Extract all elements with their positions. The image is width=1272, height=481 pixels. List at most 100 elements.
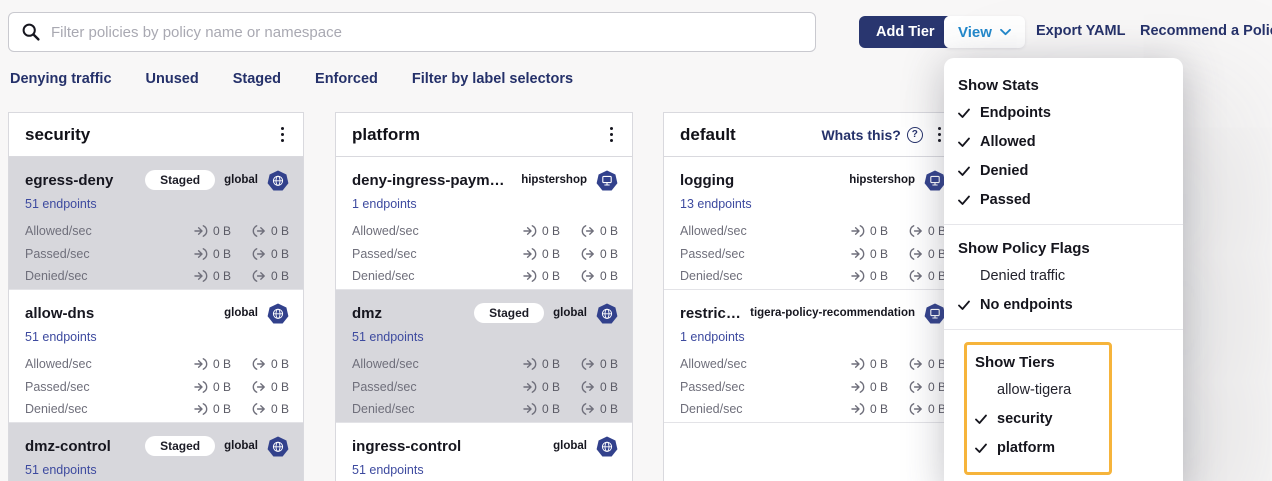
- endpoints-link[interactable]: 51 endpoints: [352, 330, 424, 344]
- stat-value: 0 B: [600, 357, 618, 371]
- menu-item-allowed[interactable]: Allowed: [958, 127, 1169, 156]
- menu-item-security[interactable]: security: [971, 404, 1109, 433]
- check-icon: [958, 300, 970, 310]
- stat-label: Passed/sec: [25, 380, 90, 394]
- egress-icon: [252, 381, 266, 393]
- stat-value: 0 B: [600, 269, 618, 283]
- policy-card[interactable]: dmz-control Staged global 51 endpoints: [9, 423, 303, 481]
- policy-card[interactable]: allow-dns global 51 endpoints Allowed/se…: [9, 290, 303, 423]
- endpoints-link[interactable]: 51 endpoints: [25, 197, 97, 211]
- stat-value: 0 B: [542, 224, 560, 238]
- ingress-icon: [851, 403, 865, 415]
- stat-label: Denied/sec: [352, 269, 415, 283]
- menu-item-denied[interactable]: Denied: [958, 156, 1169, 185]
- tier-column-security: security egress-deny Staged global 51 en…: [8, 112, 304, 481]
- tier-menu-icon[interactable]: [276, 123, 289, 146]
- policy-stats: Allowed/sec 0 B 0 B Passed/sec 0 B 0 B D…: [352, 353, 618, 421]
- stat-label: Passed/sec: [680, 247, 745, 261]
- stat-label: Allowed/sec: [352, 357, 419, 371]
- stat-value: 0 B: [542, 247, 560, 261]
- search-input[interactable]: [51, 24, 803, 41]
- ingress-icon: [523, 225, 537, 237]
- menu-section-show-policy-flags: Show Policy Flags Denied traffic No endp…: [944, 224, 1183, 325]
- policy-card[interactable]: dmz Staged global 51 endpoints Allowed/s…: [336, 290, 632, 423]
- egress-icon: [252, 403, 266, 415]
- global-policy-icon: [267, 303, 289, 324]
- stat-label: Passed/sec: [352, 247, 417, 261]
- menu-item-no-endpoints[interactable]: No endpoints: [958, 290, 1169, 319]
- chevron-down-icon: [1000, 28, 1011, 36]
- policy-name: allow-dns: [25, 305, 215, 322]
- filter-unused[interactable]: Unused: [146, 71, 199, 87]
- endpoints-link[interactable]: 13 endpoints: [680, 197, 752, 211]
- quick-filters: Denying traffic Unused Staged Enforced F…: [10, 71, 573, 87]
- stat-value: 0 B: [213, 402, 231, 416]
- endpoints-link[interactable]: 51 endpoints: [352, 463, 424, 477]
- menu-item-denied-traffic[interactable]: Denied traffic: [958, 261, 1169, 290]
- ingress-icon: [851, 248, 865, 260]
- policy-stats: Allowed/sec 0 B 0 B Passed/sec 0 B 0 B D…: [25, 353, 289, 421]
- policy-card[interactable]: restricted tigera-policy-recommendation …: [664, 290, 960, 423]
- egress-icon: [909, 225, 923, 237]
- whats-this-link[interactable]: Whats this? ?: [821, 127, 922, 143]
- menu-item-allow-tigera[interactable]: allow-tigera: [971, 375, 1109, 404]
- policy-card[interactable]: logging hipstershop 13 endpoints Allowed…: [664, 157, 960, 290]
- stat-label: Allowed/sec: [680, 357, 747, 371]
- filter-label-selectors[interactable]: Filter by label selectors: [412, 71, 573, 87]
- view-button-label: View: [958, 24, 992, 41]
- namespace-policy-icon: [924, 170, 946, 191]
- check-icon: [975, 414, 987, 424]
- search-icon: [21, 22, 41, 42]
- stat-label: Allowed/sec: [25, 224, 92, 238]
- stat-value: 0 B: [271, 402, 289, 416]
- ingress-icon: [194, 248, 208, 260]
- policy-scope: global: [224, 174, 258, 186]
- add-tier-button[interactable]: Add Tier: [859, 16, 952, 48]
- view-menu-button[interactable]: View: [944, 16, 1025, 48]
- show-tiers-highlight-box: Show Tiers allow-tigera security platfor…: [964, 342, 1112, 475]
- stat-value: 0 B: [600, 380, 618, 394]
- ingress-icon: [523, 270, 537, 282]
- menu-item-platform[interactable]: platform: [971, 433, 1109, 462]
- check-icon: [958, 195, 970, 205]
- endpoints-link[interactable]: 1 endpoints: [352, 197, 417, 211]
- filter-staged[interactable]: Staged: [233, 71, 281, 87]
- menu-item-passed[interactable]: Passed: [958, 185, 1169, 214]
- endpoints-link[interactable]: 51 endpoints: [25, 330, 97, 344]
- recommend-policy-button[interactable]: Recommend a Policy: [1140, 23, 1272, 39]
- menu-section-show-stats: Show Stats Endpoints Allowed Denied Pass…: [944, 68, 1183, 220]
- endpoints-link[interactable]: 51 endpoints: [25, 463, 97, 477]
- stat-value: 0 B: [542, 357, 560, 371]
- stat-label: Passed/sec: [680, 380, 745, 394]
- egress-icon: [581, 225, 595, 237]
- menu-item-endpoints[interactable]: Endpoints: [958, 98, 1169, 127]
- policy-name: dmz-control: [25, 438, 136, 455]
- stat-label: Allowed/sec: [352, 224, 419, 238]
- export-yaml-button[interactable]: Export YAML: [1036, 23, 1125, 39]
- policy-card[interactable]: egress-deny Staged global 51 endpoints A…: [9, 157, 303, 290]
- stat-label: Denied/sec: [680, 402, 743, 416]
- stat-value: 0 B: [213, 269, 231, 283]
- global-policy-icon: [267, 170, 289, 191]
- stat-value: 0 B: [870, 269, 888, 283]
- check-icon: [958, 137, 970, 147]
- policy-stats: Allowed/sec 0 B 0 B Passed/sec 0 B 0 B D…: [352, 220, 618, 288]
- policy-name: restricted: [680, 305, 741, 322]
- menu-section-title: Show Stats: [958, 72, 1169, 98]
- filter-enforced[interactable]: Enforced: [315, 71, 378, 87]
- egress-icon: [252, 270, 266, 282]
- endpoints-link[interactable]: 1 endpoints: [680, 330, 745, 344]
- policy-name: logging: [680, 172, 840, 189]
- policy-card[interactable]: deny-ingress-paymentservi… hipstershop 1…: [336, 157, 632, 290]
- egress-icon: [909, 403, 923, 415]
- check-icon: [958, 108, 970, 118]
- ingress-icon: [523, 381, 537, 393]
- filter-denying-traffic[interactable]: Denying traffic: [10, 71, 112, 87]
- ingress-icon: [523, 358, 537, 370]
- global-policy-icon: [596, 436, 618, 457]
- tier-menu-icon[interactable]: [605, 123, 618, 146]
- tier-header: security: [9, 113, 303, 157]
- policy-card[interactable]: ingress-control global 51 endpoints: [336, 423, 632, 481]
- stat-value: 0 B: [542, 269, 560, 283]
- egress-icon: [581, 358, 595, 370]
